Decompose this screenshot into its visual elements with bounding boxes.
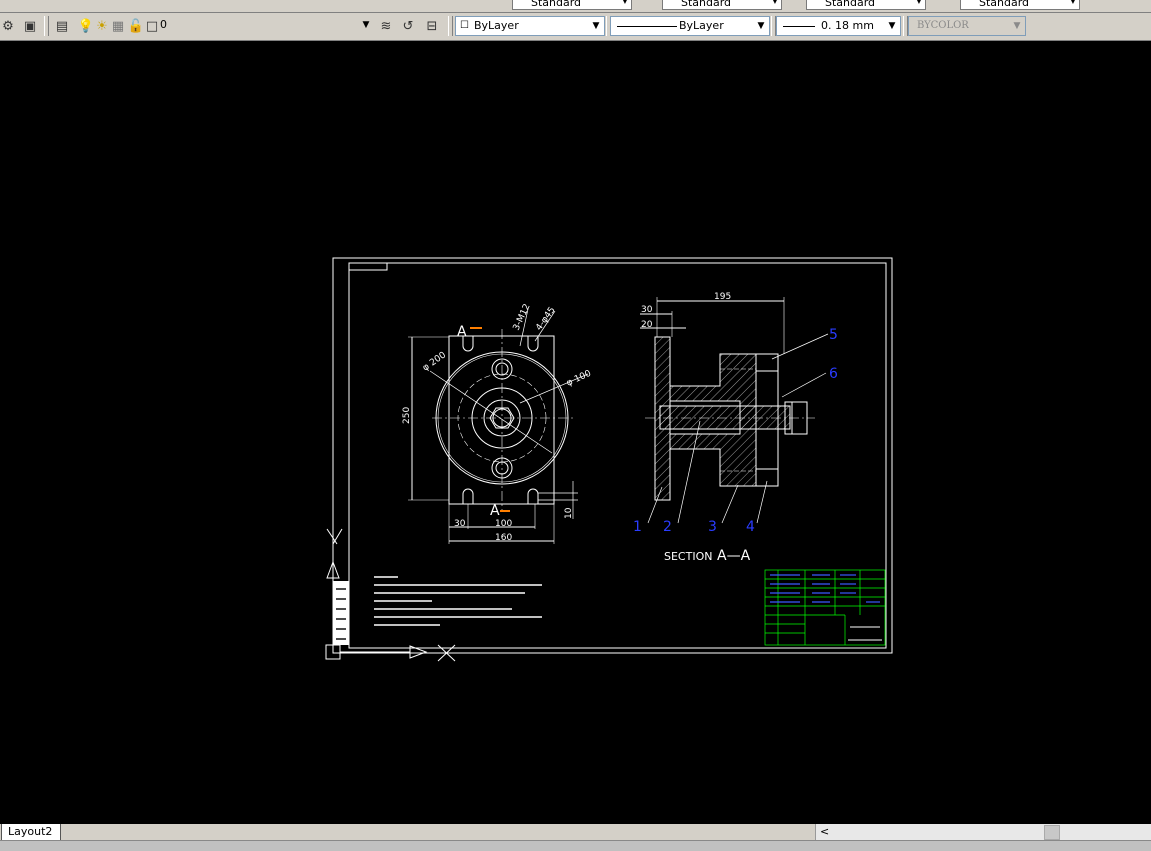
paper-layout: A A φ 200 φ 100 250 30 100 160 10 3-M12 … — [325, 257, 893, 662]
layer-dropdown[interactable]: 0 ▼ — [158, 16, 374, 36]
text-style-value: Standard — [531, 0, 582, 9]
leader-phi200 — [429, 370, 553, 454]
chevron-down-icon: ▼ — [1069, 0, 1076, 5]
balloon-leader-5 — [771, 333, 829, 360]
layer-states-icon[interactable]: ▣ — [22, 18, 38, 34]
balloon-leader-4 — [756, 480, 768, 524]
toolbar-grip[interactable] — [448, 16, 453, 36]
styles-toolbar: Standard ▼ Standard ▼ Standard ▼ Standar… — [0, 0, 1151, 13]
lineweight-value: 0. 18 mm — [821, 19, 874, 32]
drawing-canvas[interactable]: A A φ 200 φ 100 250 30 100 160 10 3-M12 … — [0, 41, 1151, 824]
lightbulb-icon[interactable]: 💡 — [78, 18, 94, 34]
section-view-dims: 195 30 20 — [641, 292, 731, 330]
chevron-down-icon: ▼ — [592, 21, 600, 31]
cut-icon[interactable] — [0, 0, 14, 10]
color-value: ByLayer — [474, 19, 519, 32]
color-swatch-icon: ☐ — [460, 20, 469, 31]
title-block — [764, 569, 886, 646]
balloon-6: 6 — [829, 366, 838, 382]
dim-phi200-text: φ 200 — [421, 350, 448, 373]
chevron-down-icon: ▼ — [621, 0, 628, 5]
layer-properties-icon[interactable]: ▤ — [54, 18, 70, 34]
command-line-strip — [0, 840, 1151, 851]
make-current-layer-icon[interactable]: ≋ — [378, 18, 394, 34]
dim-100-text: 100 — [495, 519, 512, 529]
leader-hole-text-1: 3-M12 — [512, 302, 533, 332]
balloon-2: 2 — [663, 519, 672, 535]
layer-previous-icon[interactable]: ↺ — [400, 18, 416, 34]
dim-30-text: 30 — [454, 519, 466, 529]
lineweight-preview — [783, 17, 815, 27]
plot-style-dropdown: BYCOLOR ▼ — [908, 16, 1026, 36]
plot-style-value: BYCOLOR — [917, 20, 969, 31]
workspace-gear-icon[interactable]: ⚙ — [0, 18, 16, 34]
layout-tab-layout2[interactable]: Layout2 — [1, 824, 62, 841]
linetype-preview — [617, 17, 677, 27]
toolbar-grip[interactable] — [44, 16, 49, 36]
dim-style-value: Standard — [681, 0, 732, 9]
dim-phi100-text: φ 100 — [565, 369, 593, 389]
linetype-dropdown[interactable]: ByLayer ▼ — [610, 16, 770, 36]
chevron-down-icon: ▼ — [771, 0, 778, 5]
balloon-3: 3 — [708, 519, 717, 535]
chevron-down-icon: ▼ — [888, 21, 896, 31]
scroll-left-arrow[interactable]: < — [820, 824, 829, 839]
front-view-dims: A A φ 200 φ 100 250 30 100 160 10 3-M12 … — [402, 302, 593, 543]
title-block-outline — [764, 569, 886, 646]
multileader-style-value: Standard — [979, 0, 1030, 9]
leader-hole-text-2: 4-φ45 — [534, 305, 557, 332]
slot — [462, 488, 474, 504]
balloon-5: 5 — [829, 327, 838, 343]
section-mark-bottom: A — [490, 503, 500, 519]
dim-160-text: 160 — [495, 533, 512, 543]
dim-30-text: 30 — [641, 305, 653, 315]
base-plate-outline — [448, 335, 555, 505]
multileader-style-dropdown[interactable]: Standard ▼ — [960, 0, 1080, 10]
balloon-4: 4 — [746, 519, 755, 535]
scroll-thumb[interactable] — [1044, 825, 1060, 840]
dim-style-dropdown[interactable]: Standard ▼ — [662, 0, 782, 10]
color-dropdown[interactable]: ☐ ByLayer ▼ — [455, 16, 605, 36]
layout-bar: Layout2 < — [0, 824, 1151, 851]
ucs-icon — [325, 528, 456, 662]
table-style-dropdown[interactable]: Standard ▼ — [806, 0, 926, 10]
balloon-1: 1 — [633, 519, 642, 535]
balloon-leader-3 — [721, 484, 739, 524]
sun-freeze-icon[interactable]: ☀ — [94, 18, 110, 34]
dim-10-text: 10 — [564, 507, 574, 519]
title-block-name — [848, 626, 882, 641]
section-mark-top: A — [457, 324, 467, 340]
lock-icon[interactable]: 🔓 — [128, 18, 144, 34]
slot — [527, 488, 539, 504]
dim-195-text: 195 — [714, 292, 731, 302]
frame-corner-mark — [349, 263, 388, 271]
section-caption-label: SECTION — [664, 550, 712, 563]
chevron-down-icon: ▼ — [915, 0, 922, 5]
viewport-freeze-icon[interactable]: ▦ — [110, 18, 126, 34]
dim-height-text: 250 — [402, 407, 412, 424]
section-view — [640, 297, 829, 524]
lineweight-dropdown[interactable]: 0. 18 mm ▼ — [776, 16, 901, 36]
layers-properties-toolbar: ⚙ ▣ ▤ 💡 ☀ ▦ 🔓 □ 0 ▼ ≋ ↺ ⊟ ☐ ByLayer ▼ By… — [0, 13, 1151, 41]
technical-notes — [374, 576, 542, 626]
chevron-down-icon: ▼ — [362, 20, 370, 30]
horizontal-scrollbar[interactable]: < — [815, 824, 1151, 840]
section-caption: SECTION A—A — [664, 548, 751, 564]
paper-border — [332, 257, 893, 654]
linetype-value: ByLayer — [679, 19, 724, 32]
table-style-value: Standard — [825, 0, 876, 9]
balloon-leader-6 — [781, 372, 827, 398]
drawing-frame — [348, 262, 887, 649]
text-style-dropdown[interactable]: Standard ▼ — [512, 0, 632, 10]
chevron-down-icon: ▼ — [757, 21, 765, 31]
layout-tab-label: Layout2 — [8, 825, 53, 838]
dim-20-text: 20 — [641, 320, 653, 330]
chevron-down-icon: ▼ — [1013, 21, 1021, 31]
section-caption-id: A—A — [717, 548, 751, 564]
shaft-section — [659, 405, 791, 430]
layer-name: 0 — [160, 18, 167, 31]
layer-match-icon[interactable]: ⊟ — [424, 18, 440, 34]
